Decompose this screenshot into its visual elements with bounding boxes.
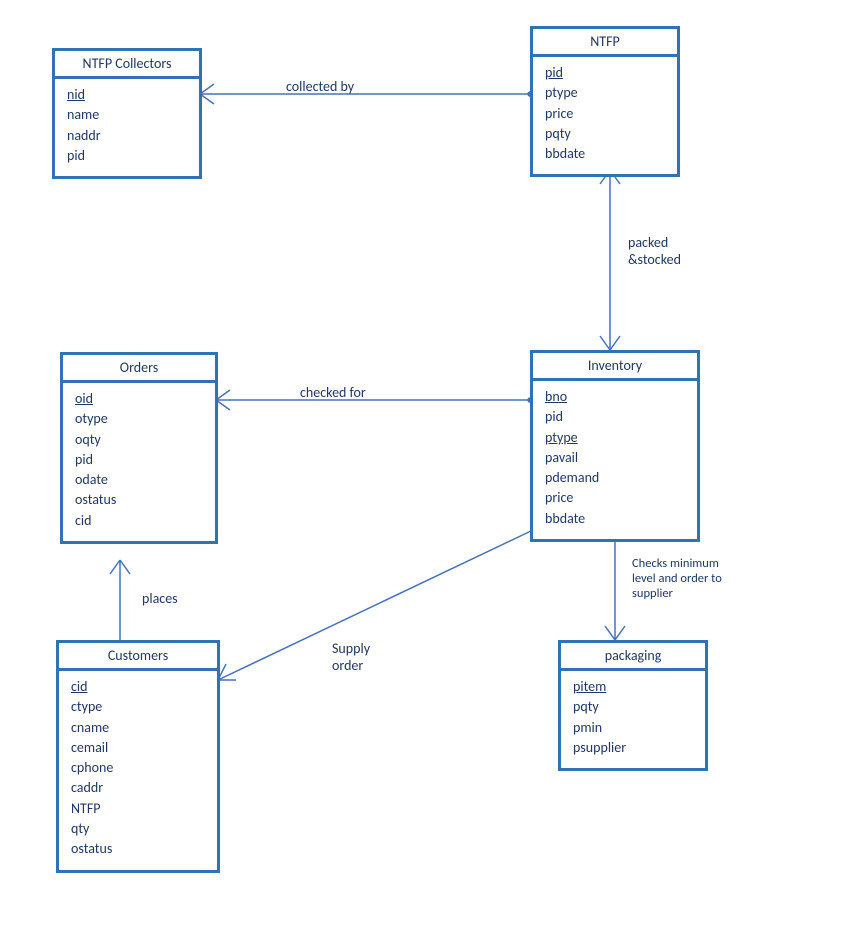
attr: pid: [545, 407, 687, 427]
attr: ptype: [545, 428, 687, 448]
attr: pid: [67, 146, 189, 166]
rel-checks-min: Checks minimum level and order to suppli…: [632, 556, 722, 601]
attr: odate: [75, 470, 205, 490]
entity-customers: Customers cid ctype cname cemail cphone …: [56, 640, 220, 873]
entity-attrs: pid ptype price pqty bbdate: [533, 57, 677, 174]
attr: pqty: [545, 124, 667, 144]
attr: otype: [75, 409, 205, 429]
attr: pid: [75, 450, 205, 470]
entity-title: packaging: [561, 643, 705, 671]
entity-inventory: Inventory bno pid ptype pavail pdemand p…: [530, 350, 700, 542]
attr: price: [545, 488, 687, 508]
attr: bno: [545, 387, 687, 407]
attr: bbdate: [545, 509, 687, 529]
rel-packed-stocked: packed &stocked: [628, 234, 681, 268]
attr: psupplier: [573, 738, 695, 758]
entity-title: NTFP: [533, 29, 677, 57]
attr: cid: [75, 511, 205, 531]
attr: pqty: [573, 697, 695, 717]
rel-collected-by: collected by: [286, 78, 354, 95]
er-diagram: { "entities": { "ntfp_collectors": { "ti…: [0, 0, 850, 945]
entity-attrs: oid otype oqty pid odate ostatus cid: [63, 383, 215, 541]
attr: oid: [75, 389, 205, 409]
entity-packaging: packaging pitem pqty pmin psupplier: [558, 640, 708, 771]
attr: pmin: [573, 718, 695, 738]
attr: cphone: [71, 758, 207, 778]
attr: price: [545, 104, 667, 124]
attr: nid: [67, 85, 189, 105]
entity-attrs: nid name naddr pid: [55, 79, 199, 176]
entity-ntfp: NTFP pid ptype price pqty bbdate: [530, 26, 680, 177]
attr: naddr: [67, 126, 189, 146]
entity-attrs: bno pid ptype pavail pdemand price bbdat…: [533, 381, 697, 539]
rel-checked-for: checked for: [300, 384, 366, 401]
attr: ostatus: [71, 839, 207, 859]
attr: NTFP: [71, 799, 207, 819]
attr: pitem: [573, 677, 695, 697]
attr: ptype: [545, 83, 667, 103]
entity-title: Inventory: [533, 353, 697, 381]
attr: pid: [545, 63, 667, 83]
attr: pdemand: [545, 468, 687, 488]
attr: ostatus: [75, 490, 205, 510]
entity-title: Customers: [59, 643, 217, 671]
entity-orders: Orders oid otype oqty pid odate ostatus …: [60, 352, 218, 544]
attr: pavail: [545, 448, 687, 468]
rel-places: places: [142, 590, 178, 607]
attr: caddr: [71, 778, 207, 798]
attr: bbdate: [545, 144, 667, 164]
rel-supply-order: Supply order: [332, 640, 370, 674]
entity-ntfp-collectors: NTFP Collectors nid name naddr pid: [52, 48, 202, 179]
attr: oqty: [75, 430, 205, 450]
attr: name: [67, 105, 189, 125]
entity-attrs: cid ctype cname cemail cphone caddr NTFP…: [59, 671, 217, 870]
entity-attrs: pitem pqty pmin psupplier: [561, 671, 705, 768]
entity-title: Orders: [63, 355, 215, 383]
attr: qty: [71, 819, 207, 839]
attr: cid: [71, 677, 207, 697]
attr: cemail: [71, 738, 207, 758]
entity-title: NTFP Collectors: [55, 51, 199, 79]
attr: cname: [71, 718, 207, 738]
attr: ctype: [71, 697, 207, 717]
